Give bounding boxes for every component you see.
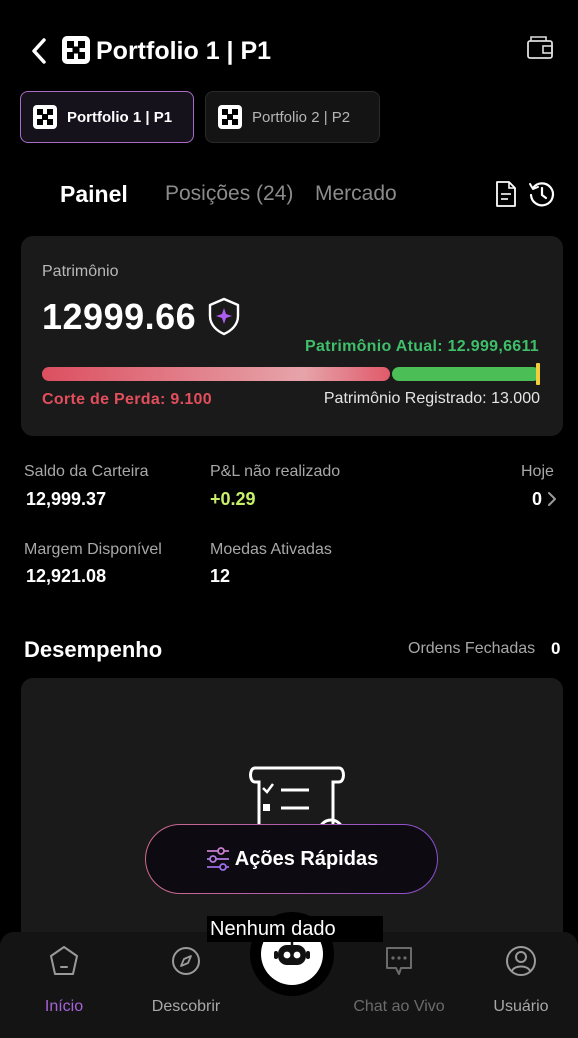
registered-marker [536, 363, 540, 385]
active-coins-label: Moedas Ativadas [210, 541, 332, 558]
registered-equity: Patrimônio Registrado: 13.000 [323, 390, 540, 407]
nav-label: Descobrir [151, 998, 221, 1015]
portfolio-tab-p2[interactable]: Portfolio 2 | P2 [205, 91, 380, 143]
loss-segment [42, 367, 390, 381]
available-margin-label: Margem Disponível [24, 541, 162, 558]
nav-descobrir[interactable]: Descobrir [136, 944, 236, 1024]
tab-mercado[interactable]: Mercado [315, 180, 397, 208]
portfolio-tab-p1[interactable]: Portfolio 1 | P1 [20, 91, 194, 143]
nav-label: Início [44, 998, 84, 1015]
sliders-icon [206, 847, 229, 871]
page-title: Portfolio 1 | P1 [96, 37, 272, 65]
compass-icon [172, 947, 200, 975]
user-icon [506, 946, 536, 976]
wallet-balance-value: 12,999.37 [26, 489, 107, 509]
wallet-balance-label: Saldo da Carteira [24, 463, 149, 480]
today-value[interactable]: 0 [532, 489, 542, 510]
unrealized-pnl-label: P&L não realizado [210, 463, 341, 480]
gain-segment [392, 367, 540, 381]
chat-icon [386, 947, 412, 975]
portfolio-logo-icon [62, 36, 90, 64]
tab-posicoes[interactable]: Posições (24) [165, 180, 293, 208]
nav-label: Usuário [493, 998, 549, 1015]
portfolio-chip-icon [218, 105, 242, 129]
empty-state-text: Nenhum dado [207, 916, 383, 942]
closed-orders-value: 0 [551, 639, 561, 658]
today-label: Hoje [521, 463, 554, 480]
app-header: Portfolio 1 | P1 [0, 28, 578, 74]
portfolio-tab-label: Portfolio 1 | P1 [67, 108, 173, 126]
equity-value: 12999.66 [42, 296, 197, 337]
section-tabs: Painel Posições (24) Mercado [0, 176, 578, 212]
portfolio-chip-icon [33, 105, 57, 129]
home-icon [50, 946, 78, 975]
nav-inicio[interactable]: Início [14, 944, 114, 1024]
quick-actions-label: Ações Rápidas [234, 847, 379, 870]
tab-painel[interactable]: Painel [60, 180, 128, 208]
equity-progress-bar [42, 363, 540, 385]
back-arrow-icon[interactable] [26, 36, 52, 66]
performance-title: Desempenho [24, 637, 163, 662]
nav-label: Chat ao Vivo [353, 998, 445, 1015]
closed-orders-label: Ordens Fechadas [408, 640, 536, 657]
nav-chat-ao-vivo[interactable]: Chat ao Vivo [349, 944, 449, 1024]
current-equity: Patrimônio Atual: 12.999,6611 [305, 338, 539, 355]
robot-icon [274, 941, 310, 965]
chevron-right-icon[interactable] [545, 490, 559, 508]
equity-card: Patrimônio 12999.66 Patrimônio Atual: 12… [21, 236, 563, 436]
available-margin-value: 12,921.08 [26, 566, 107, 586]
shield-sparkle-icon[interactable] [206, 296, 242, 336]
portfolio-switcher: Portfolio 1 | P1 Portfolio 2 | P2 [20, 91, 380, 143]
active-coins-value: 12 [210, 566, 231, 586]
wallet-icon[interactable] [526, 34, 554, 62]
quick-actions-button[interactable]: Ações Rápidas [145, 824, 438, 894]
nav-usuario[interactable]: Usuário [471, 944, 571, 1024]
document-icon[interactable] [494, 180, 518, 208]
history-icon[interactable] [528, 180, 556, 208]
equity-label: Patrimônio [42, 263, 119, 280]
unrealized-pnl-value: +0.29 [210, 489, 256, 509]
portfolio-tab-label: Portfolio 2 | P2 [252, 108, 351, 126]
stop-loss-label: Corte de Perda: 9.100 [42, 391, 212, 408]
